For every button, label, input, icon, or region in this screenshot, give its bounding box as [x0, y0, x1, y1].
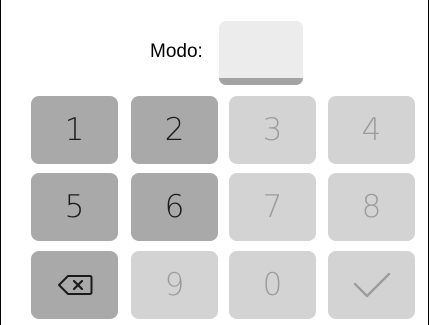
checkmark-icon	[352, 271, 392, 299]
key-3[interactable]: 3	[229, 96, 316, 164]
key-5[interactable]: 5	[31, 173, 118, 241]
mode-input[interactable]	[219, 21, 303, 85]
key-7[interactable]: 7	[229, 173, 316, 241]
key-8[interactable]: 8	[328, 173, 415, 241]
backspace-button[interactable]	[31, 251, 118, 319]
confirm-button[interactable]	[328, 251, 415, 319]
key-4[interactable]: 4	[328, 96, 415, 164]
key-2[interactable]: 2	[131, 96, 218, 164]
backspace-icon	[57, 274, 93, 296]
key-6[interactable]: 6	[131, 173, 218, 241]
mode-label: Modo:	[150, 41, 203, 62]
key-1[interactable]: 1	[31, 96, 118, 164]
key-9[interactable]: 9	[131, 251, 218, 319]
keypad-window: Modo: 1 2 3 4 5 6 7 8 9 0	[0, 0, 429, 325]
key-0[interactable]: 0	[229, 251, 316, 319]
mode-row: Modo:	[1, 21, 429, 85]
